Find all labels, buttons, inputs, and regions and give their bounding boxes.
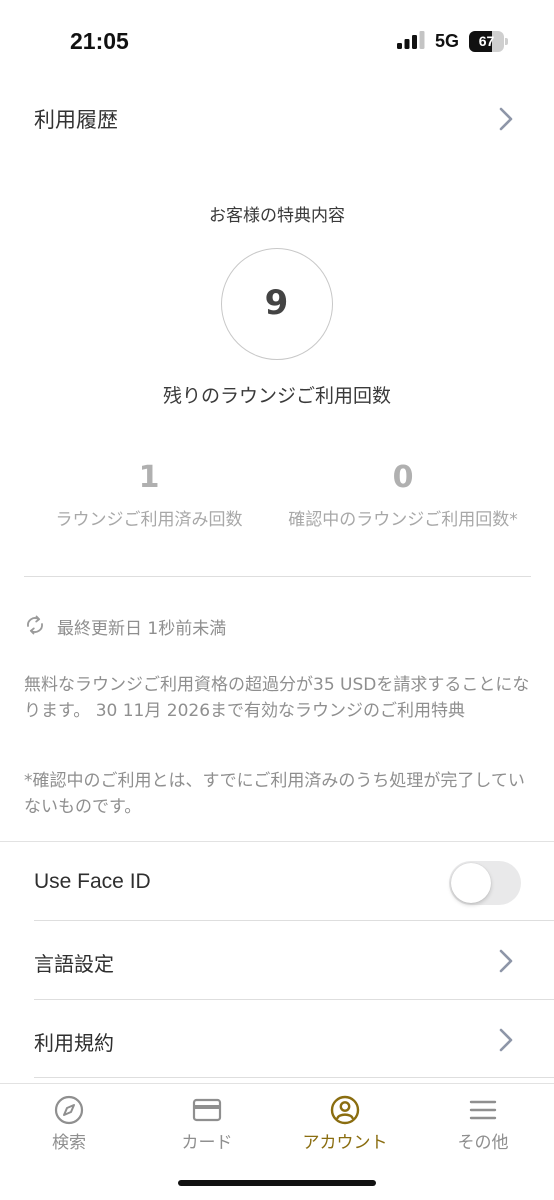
pending-note: *確認中のご利用とは、すでにご利用済みのうち処理が完了していないものです。 <box>24 771 525 817</box>
face-id-toggle[interactable] <box>449 861 521 905</box>
used-count-label: ラウンジご利用済み回数 <box>55 510 243 530</box>
remaining-count-circle: 9 <box>221 248 333 360</box>
pending-count-stat: 0 確認中のラウンジご利用回数* <box>278 460 528 532</box>
compass-icon <box>54 1095 84 1125</box>
account-icon <box>330 1095 360 1125</box>
tab-account[interactable]: アカウント <box>276 1094 414 1156</box>
language-settings-row[interactable]: 言語設定 <box>0 922 554 1000</box>
terms-label: 利用規約 <box>34 1031 114 1055</box>
chevron-right-icon <box>499 107 513 131</box>
tab-card[interactable]: カード <box>138 1094 276 1156</box>
remaining-count-label: 残りのラウンジご利用回数 <box>162 385 391 407</box>
toggle-knob <box>451 863 491 903</box>
usage-history-row[interactable]: 利用履歴 <box>0 88 554 148</box>
card-icon <box>192 1098 222 1122</box>
pending-count-label: 確認中のラウンジご利用回数* <box>288 510 518 530</box>
benefits-title: お客様の特典内容 <box>209 206 345 226</box>
tab-more-label: その他 <box>457 1133 509 1153</box>
refresh-icon <box>27 615 43 635</box>
face-id-label: Use Face ID <box>34 870 151 893</box>
divider <box>24 576 531 577</box>
last-updated-text: 最終更新日 1秒前未満 <box>57 619 227 639</box>
usage-history-label: 利用履歴 <box>34 108 118 132</box>
status-time: 21:05 <box>70 28 129 54</box>
chevron-right-icon <box>499 1028 513 1052</box>
home-indicator <box>178 1180 376 1186</box>
divider <box>34 920 554 921</box>
language-settings-label: 言語設定 <box>34 952 114 976</box>
used-count: 1 <box>138 460 160 495</box>
tab-search[interactable]: 検索 <box>0 1094 138 1156</box>
section-divider <box>0 841 554 842</box>
tab-account-label: アカウント <box>302 1133 388 1153</box>
battery-icon: 67 <box>469 31 509 52</box>
divider <box>34 999 554 1000</box>
menu-icon <box>469 1100 497 1120</box>
tab-card-label: カード <box>181 1133 233 1153</box>
pending-count: 0 <box>392 460 414 495</box>
remaining-count: 9 <box>264 283 289 323</box>
used-count-stat: 1 ラウンジご利用済み回数 <box>24 460 274 532</box>
network-type: 5G <box>435 31 460 51</box>
divider <box>34 1077 554 1078</box>
tab-more[interactable]: その他 <box>414 1094 552 1156</box>
fee-note: 無料なラウンジご利用資格の超過分が35 USDを請求することになります。 30 … <box>24 675 530 721</box>
cellular-signal-icon <box>397 31 425 49</box>
terms-row[interactable]: 利用規約 <box>0 1001 554 1079</box>
tab-search-label: 検索 <box>52 1133 86 1153</box>
chevron-right-icon <box>499 949 513 973</box>
status-bar: 21:05 5G 67 <box>0 0 554 80</box>
battery-percent: 67 <box>478 33 495 49</box>
